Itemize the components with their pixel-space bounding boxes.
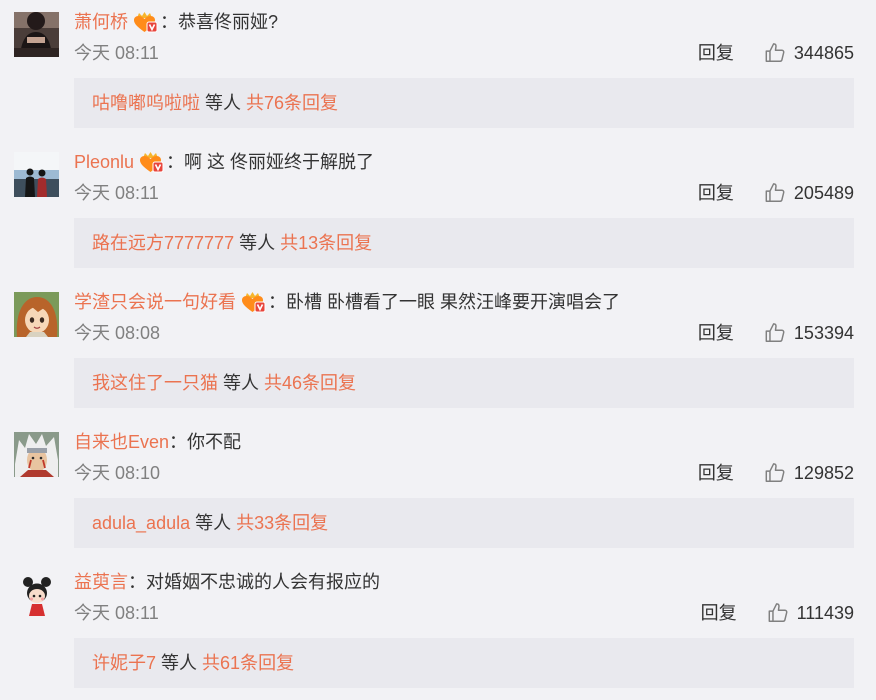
vip-badge-icon xyxy=(138,151,164,173)
reply-summary-users[interactable]: 许妮子7 xyxy=(92,653,156,673)
comment-meta: 今天 08:11 回复 344865 xyxy=(74,41,854,65)
comment-meta: 今天 08:11 回复 205489 xyxy=(74,181,854,205)
comment-username[interactable]: 学渣只会说一句好看 xyxy=(74,290,236,314)
thumbs-up-icon xyxy=(767,602,789,624)
vip-badge-icon xyxy=(240,291,266,313)
comment-time: 今天 08:08 xyxy=(74,323,161,343)
reply-button[interactable]: 回复 xyxy=(701,601,737,625)
comment-meta: 今天 08:10 回复 129852 xyxy=(74,461,854,485)
comment-actions: 回复 344865 xyxy=(698,41,854,65)
comment-username[interactable]: 自来也Even xyxy=(74,430,169,454)
comment-text: 卧槽 卧槽看了一眼 果然汪峰要开演唱会了 xyxy=(286,292,621,312)
reply-summary-total[interactable]: 共33条回复 xyxy=(236,513,328,533)
comment-item: 学渣只会说一句好看 ： 卧槽 卧槽看了一眼 果然汪峰要开演唱会了 今天 08:0… xyxy=(0,280,876,420)
comment-actions: 回复 129852 xyxy=(698,461,854,485)
comment-meta: 今天 08:08 回复 153394 xyxy=(74,321,854,345)
reply-summary-etc: 等人 xyxy=(195,513,232,533)
comment-time: 今天 08:11 xyxy=(74,183,159,203)
like-button[interactable]: 129852 xyxy=(764,461,854,485)
like-button[interactable]: 344865 xyxy=(764,41,854,65)
reply-summary[interactable]: adula_adula 等人 共33条回复 xyxy=(74,498,854,548)
user-avatar[interactable] xyxy=(14,572,59,617)
reply-summary-total[interactable]: 共76条回复 xyxy=(246,93,338,113)
comment-separator: ： xyxy=(169,432,188,452)
reply-summary[interactable]: 许妮子7 等人 共61条回复 xyxy=(74,638,854,688)
comment-item: 自来也Even ： 你不配 今天 08:10 回复 129852 adula_a… xyxy=(0,420,876,560)
reply-summary[interactable]: 我这住了一只猫 等人 共46条回复 xyxy=(74,358,854,408)
thumbs-up-icon xyxy=(764,462,786,484)
comment-text: 你不配 xyxy=(187,432,242,452)
comment-separator: ： xyxy=(160,12,178,32)
comment-time: 今天 08:11 xyxy=(74,603,159,623)
like-button[interactable]: 111439 xyxy=(767,601,854,625)
comment-item: Pleonlu ： 啊 这 佟丽娅终于解脱了 今天 08:11 回复 20548… xyxy=(0,140,876,280)
comment-item: 益萸言 ： 对婚姻不忠诚的人会有报应的 今天 08:11 回复 111439 许… xyxy=(0,560,876,700)
comment-username[interactable]: 益萸言 xyxy=(74,570,128,594)
reply-summary-total[interactable]: 共46条回复 xyxy=(264,373,356,393)
comment-text: 恭喜佟丽娅? xyxy=(178,12,279,32)
comment-separator: ： xyxy=(268,292,286,312)
reply-button[interactable]: 回复 xyxy=(698,321,734,345)
comment-time: 今天 08:10 xyxy=(74,463,161,483)
like-count: 153394 xyxy=(793,323,854,343)
comment-separator: ： xyxy=(128,572,146,592)
comment-time: 今天 08:11 xyxy=(74,43,159,63)
comment-username[interactable]: 萧何桥 xyxy=(74,10,128,34)
thumbs-up-icon xyxy=(764,182,786,204)
reply-summary-etc: 等人 xyxy=(161,653,198,673)
comment-actions: 回复 153394 xyxy=(698,321,854,345)
thumbs-up-icon xyxy=(764,322,786,344)
reply-summary-users[interactable]: 路在远方7777777 xyxy=(92,233,234,253)
comment-body: 自来也Even ： 你不配 xyxy=(74,430,241,454)
comment-username[interactable]: Pleonlu xyxy=(74,150,134,174)
reply-summary-etc: 等人 xyxy=(223,373,260,393)
reply-summary-users[interactable]: 我这住了一只猫 xyxy=(92,373,218,393)
reply-summary-users[interactable]: adula_adula xyxy=(92,513,190,533)
comment-text: 对婚姻不忠诚的人会有报应的 xyxy=(146,572,380,592)
comment-meta: 今天 08:11 回复 111439 xyxy=(74,601,854,625)
comment-body: 益萸言 ： 对婚姻不忠诚的人会有报应的 xyxy=(74,570,380,594)
user-avatar[interactable] xyxy=(14,152,59,197)
like-count: 344865 xyxy=(793,43,854,63)
user-avatar[interactable] xyxy=(14,12,59,57)
comment-item: 萧何桥 ： 恭喜佟丽娅? 今天 08:11 回复 344865 咕噜嘟呜啦啦 等… xyxy=(0,0,876,140)
like-button[interactable]: 205489 xyxy=(764,181,854,205)
reply-summary-users[interactable]: 咕噜嘟呜啦啦 xyxy=(92,93,200,113)
reply-summary-etc: 等人 xyxy=(205,93,242,113)
comment-body: 萧何桥 ： 恭喜佟丽娅? xyxy=(74,10,278,34)
like-count: 129852 xyxy=(793,463,854,483)
reply-button[interactable]: 回复 xyxy=(698,181,734,205)
comment-separator: ： xyxy=(166,152,185,172)
reply-summary-total[interactable]: 共61条回复 xyxy=(202,653,294,673)
thumbs-up-icon xyxy=(764,42,786,64)
user-avatar[interactable] xyxy=(14,432,59,477)
reply-summary[interactable]: 路在远方7777777 等人 共13条回复 xyxy=(74,218,854,268)
like-count: 205489 xyxy=(793,183,854,203)
comment-text: 啊 这 佟丽娅终于解脱了 xyxy=(184,152,375,172)
reply-summary[interactable]: 咕噜嘟呜啦啦 等人 共76条回复 xyxy=(74,78,854,128)
like-button[interactable]: 153394 xyxy=(764,321,854,345)
reply-summary-total[interactable]: 共13条回复 xyxy=(280,233,372,253)
comment-body: 学渣只会说一句好看 ： 卧槽 卧槽看了一眼 果然汪峰要开演唱会了 xyxy=(74,290,620,314)
vip-badge-icon xyxy=(132,11,158,33)
comment-actions: 回复 111439 xyxy=(701,601,854,625)
reply-button[interactable]: 回复 xyxy=(698,41,734,65)
like-count: 111439 xyxy=(796,603,854,623)
reply-button[interactable]: 回复 xyxy=(698,461,734,485)
user-avatar[interactable] xyxy=(14,292,59,337)
reply-summary-etc: 等人 xyxy=(239,233,276,253)
comment-actions: 回复 205489 xyxy=(698,181,854,205)
comment-body: Pleonlu ： 啊 这 佟丽娅终于解脱了 xyxy=(74,150,374,174)
